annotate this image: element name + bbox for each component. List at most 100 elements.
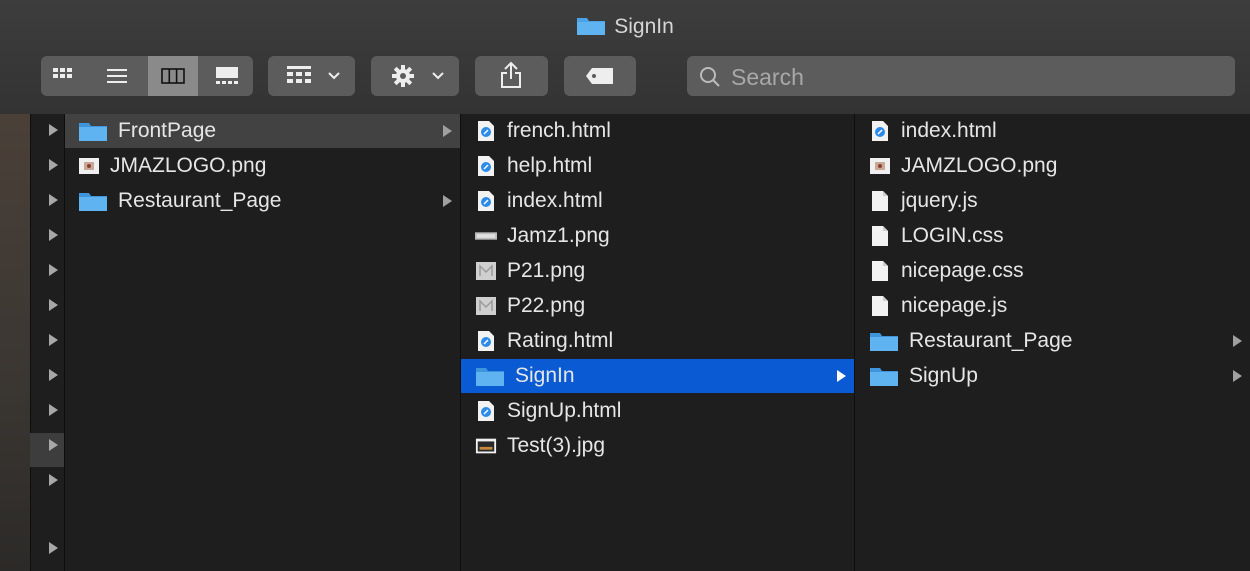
html-file-icon [475,401,497,421]
folder-row-restaurant-page[interactable]: Restaurant_Page [855,324,1250,358]
action-button[interactable] [371,56,459,96]
disclosure-triangle[interactable] [49,439,58,451]
file-row-rating-html[interactable]: Rating.html [461,324,854,358]
item-name: Restaurant_Page [118,189,282,212]
item-name: SignIn [515,364,575,387]
folder-icon [475,366,505,386]
disclosure-triangle[interactable] [49,159,58,171]
list-view-icon [107,69,127,83]
document-icon [869,261,891,281]
icon-view-button[interactable] [41,56,85,96]
column-view-icon [161,68,185,84]
gallery-view-icon [216,67,238,84]
image-file-icon [475,296,497,316]
file-row-help-html[interactable]: help.html [461,149,854,183]
document-icon [869,191,891,211]
item-name: Rating.html [507,329,614,352]
disclosure-triangle[interactable] [49,229,58,241]
column-3: index.html JAMZLOGO.png jquery.js LOGIN.css… [855,114,1250,571]
folder-row-frontpage[interactable]: FrontPage [65,114,460,148]
folder-icon [78,121,108,141]
disclosure-triangle[interactable] [49,542,58,554]
html-file-icon [475,156,497,176]
gear-icon [392,65,414,87]
finder-window: SignIn Search FrontPage JMAZLOGO.png Res… [0,0,1250,571]
item-name: Test(3).jpg [507,434,606,457]
file-row-french-html[interactable]: french.html [461,114,854,148]
document-icon [869,296,891,316]
file-row-jamzlogo-png[interactable]: JAMZLOGO.png [855,149,1250,183]
folder-row-restaurant-page[interactable]: Restaurant_Page [65,184,460,218]
file-row-index-html[interactable]: index.html [855,114,1250,148]
item-name: P22.png [507,294,586,317]
file-row-nicepage-js[interactable]: nicepage.js [855,289,1250,323]
item-name: nicepage.js [901,294,1008,317]
file-row-jmazlogo-png[interactable]: JMAZLOGO.png [65,149,460,183]
chevron-down-icon [328,72,340,80]
list-view-button[interactable] [95,56,139,96]
chevron-right-icon [443,125,452,137]
selected-row-highlight [30,433,64,467]
window-edge-strip [0,114,30,571]
disclosure-triangle[interactable] [49,124,58,136]
image-file-icon [869,156,891,176]
group-icon [287,66,311,83]
chevron-right-icon [443,195,452,207]
document-icon [869,226,891,246]
search-icon [700,67,720,87]
disclosure-triangle[interactable] [49,404,58,416]
column-1: FrontPage JMAZLOGO.png Restaurant_Page [65,114,460,571]
file-row-login-css[interactable]: LOGIN.css [855,219,1250,253]
toolbar: SignIn Search [0,0,1250,115]
item-name: Restaurant_Page [909,329,1073,352]
file-row-nicepage-css[interactable]: nicepage.css [855,254,1250,288]
column-view-button[interactable] [148,56,198,96]
item-name: FrontPage [118,119,217,142]
item-name: SignUp.html [507,399,622,422]
folder-row-signin[interactable]: SignIn [461,359,854,393]
item-name: nicepage.css [901,259,1024,282]
file-row-jquery-js[interactable]: jquery.js [855,184,1250,218]
search-placeholder: Search [731,64,804,90]
group-button[interactable] [268,56,355,96]
search-field[interactable]: Search [687,56,1235,96]
folder-icon [869,366,899,386]
chevron-right-icon [1233,370,1242,382]
item-name: index.html [901,119,997,142]
file-row-p22-png[interactable]: P22.png [461,289,854,323]
disclosure-triangle[interactable] [49,194,58,206]
item-name: P21.png [507,259,586,282]
folder-icon [576,14,606,42]
file-row-signup-html[interactable]: SignUp.html [461,394,854,428]
share-button[interactable] [475,56,548,96]
file-row-index-html[interactable]: index.html [461,184,854,218]
item-name: JMAZLOGO.png [110,154,267,177]
column-browser: FrontPage JMAZLOGO.png Restaurant_Page fre… [0,114,1250,571]
share-icon [501,61,521,88]
disclosure-triangle[interactable] [49,369,58,381]
gallery-view-button[interactable] [205,56,249,96]
folder-icon [869,331,899,351]
image-file-icon [475,436,497,456]
item-name: help.html [507,154,593,177]
file-row-p21-png[interactable]: P21.png [461,254,854,288]
column-2: french.html help.html index.html Jamz1.png P… [461,114,854,571]
disclosure-triangle[interactable] [49,474,58,486]
tag-icon [586,68,613,84]
disclosure-triangle[interactable] [49,334,58,346]
folder-row-signup[interactable]: SignUp [855,359,1250,393]
window-title: SignIn [0,14,1250,42]
disclosure-triangle[interactable] [49,264,58,276]
disclosure-triangle[interactable] [49,299,58,311]
image-file-icon [78,156,100,176]
image-file-icon [475,226,497,246]
item-name: french.html [507,119,611,142]
item-name: index.html [507,189,603,212]
item-name: Jamz1.png [507,224,610,247]
view-mode-control [41,56,253,96]
file-row-test-3-jpg[interactable]: Test(3).jpg [461,429,854,463]
tag-button[interactable] [564,56,636,96]
item-name: LOGIN.css [901,224,1004,247]
html-file-icon [869,121,891,141]
file-row-jamz1-png[interactable]: Jamz1.png [461,219,854,253]
